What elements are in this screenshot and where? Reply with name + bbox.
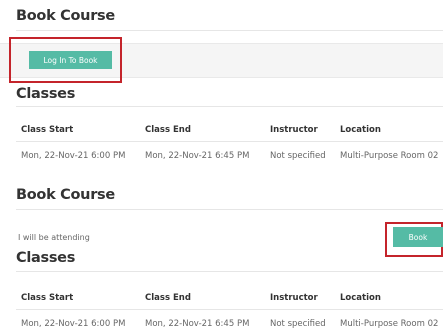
classes-divider <box>16 271 443 272</box>
cell-class-end: Mon, 22-Nov-21 6:45 PM <box>145 151 250 161</box>
cell-class-end: Mon, 22-Nov-21 6:45 PM <box>145 319 250 329</box>
cell-instructor: Not specified <box>270 319 326 329</box>
heading-divider <box>16 209 443 210</box>
col-instructor: Instructor <box>270 293 318 303</box>
col-instructor: Instructor <box>270 125 318 135</box>
col-class-start: Class Start <box>21 293 74 303</box>
col-location: Location <box>340 293 381 303</box>
attending-text: I will be attending <box>18 233 90 242</box>
log-in-to-book-button[interactable]: Log In To Book <box>29 51 112 69</box>
book-button[interactable]: Book <box>393 227 443 247</box>
heading-divider <box>16 30 443 31</box>
table-header-divider <box>16 309 443 310</box>
classes-heading: Classes <box>16 250 76 266</box>
classes-heading: Classes <box>16 86 76 102</box>
classes-divider <box>16 106 443 107</box>
book-course-heading: Book Course <box>16 8 115 24</box>
cell-location: Multi-Purpose Room 02 <box>340 151 439 161</box>
table-header-divider <box>16 141 443 142</box>
col-class-end: Class End <box>145 125 191 135</box>
cell-class-start: Mon, 22-Nov-21 6:00 PM <box>21 319 126 329</box>
cell-class-start: Mon, 22-Nov-21 6:00 PM <box>21 151 126 161</box>
cell-location: Multi-Purpose Room 02 <box>340 319 439 329</box>
cell-instructor: Not specified <box>270 151 326 161</box>
book-course-heading: Book Course <box>16 187 115 203</box>
col-class-end: Class End <box>145 293 191 303</box>
col-class-start: Class Start <box>21 125 74 135</box>
col-location: Location <box>340 125 381 135</box>
